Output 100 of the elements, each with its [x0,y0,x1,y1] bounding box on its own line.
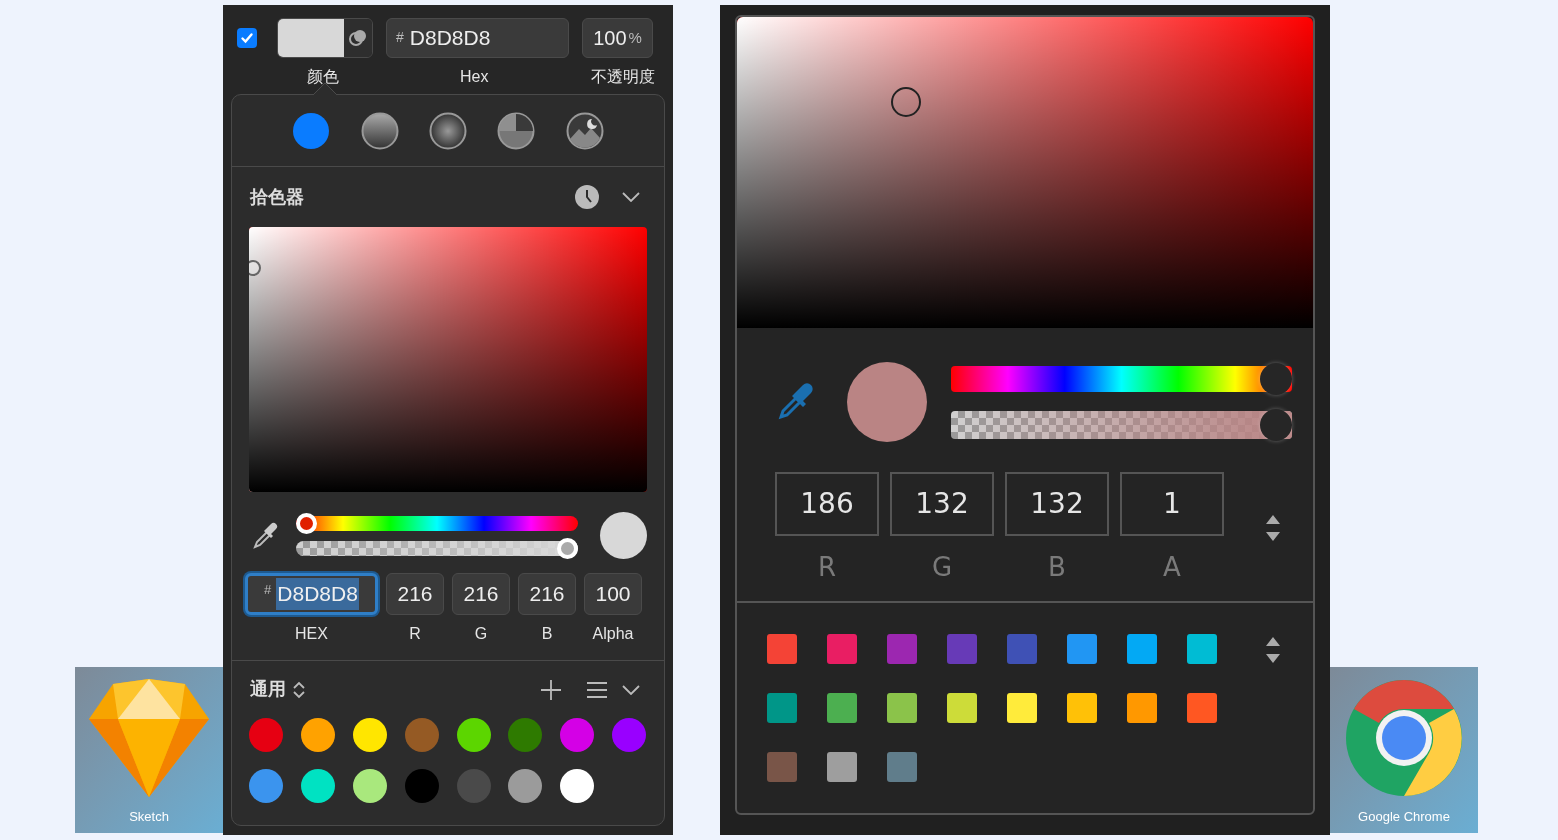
presets-title[interactable]: 通用 [250,676,286,703]
hash-sign: # [396,28,404,47]
hex-value: D8D8D8 [276,578,359,610]
opacity-field[interactable]: 100% [582,18,653,58]
color-swatch[interactable] [508,718,543,752]
field-label: R [817,551,837,584]
field-value: 216 [463,581,499,608]
field-label: HEX [295,624,328,644]
color-swatch[interactable] [827,634,857,664]
checkmark-icon [240,31,254,45]
color-swatch[interactable] [767,693,797,723]
color-swatch[interactable] [887,634,917,664]
angular-fill-icon[interactable] [496,110,537,151]
browser-logo-icon [1345,679,1463,797]
color-mode-icon[interactable] [348,28,368,48]
color-swatch[interactable] [1007,634,1037,664]
hex-label: Hex [460,67,489,87]
app-label: Google Chrome [1358,807,1450,826]
fill-checkbox[interactable] [237,28,257,48]
color-label: 颜色 [307,67,339,87]
color-swatch[interactable] [887,752,917,782]
picker-cursor[interactable] [249,260,261,276]
alpha-slider[interactable] [951,409,1292,441]
field-label: B [1048,551,1066,584]
color-swatch[interactable] [1127,693,1157,723]
picker-cursor[interactable] [891,87,921,117]
opacity-value: 100 [593,26,627,51]
color-swatch[interactable] [827,752,857,782]
clock-icon[interactable] [574,184,600,210]
opacity-label: 不透明度 [591,67,655,87]
number-input[interactable]: 216 [452,573,510,615]
field-label: Alpha [592,624,634,644]
color-swatch[interactable] [1007,693,1037,723]
color-swatch[interactable] [300,769,335,803]
number-input[interactable]: 132 [890,472,994,536]
color-swatch[interactable] [1187,634,1217,664]
color-swatch[interactable] [352,769,387,803]
color-swatch[interactable] [456,718,491,752]
color-swatch[interactable] [404,769,439,803]
color-swatch[interactable] [249,718,283,752]
color-swatch[interactable] [612,718,647,752]
color-preview [600,512,647,559]
field-label: A [1163,551,1181,584]
hex-value: D8D8D8 [409,25,491,52]
field-value: 216 [397,581,433,608]
color-swatch[interactable] [947,634,977,664]
color-swatch[interactable] [1067,693,1097,723]
alpha-slider[interactable] [296,537,578,559]
section-title: 拾色器 [250,185,305,209]
color-swatch[interactable] [300,718,335,752]
saturation-brightness-area[interactable] [249,227,647,492]
image-fill-icon[interactable] [564,110,605,151]
color-swatch[interactable] [887,693,917,723]
color-swatch[interactable] [352,718,387,752]
hue-slider[interactable] [951,363,1292,395]
field-label: G [474,624,488,644]
field-label: B [541,624,553,644]
hex-field[interactable]: # D8D8D8 [386,18,569,58]
alpha-thumb[interactable] [557,537,578,559]
field-label: R [409,624,421,644]
app-label: Sketch [129,807,169,826]
number-input[interactable]: 100 [584,573,642,615]
color-swatch[interactable] [560,718,595,752]
field-value: 216 [529,581,565,608]
number-input[interactable]: 1 [1120,472,1224,536]
color-swatch[interactable] [456,769,491,803]
color-swatch[interactable] [947,693,977,723]
list-icon[interactable] [586,680,608,699]
number-input[interactable]: 216 [518,573,576,615]
plus-icon[interactable] [540,678,562,701]
color-swatch[interactable] [1187,693,1217,723]
color-swatch[interactable] [767,634,797,664]
hex-input[interactable]: # D8D8D8 [245,573,378,615]
number-input[interactable]: 216 [386,573,444,615]
hue-thumb[interactable] [1260,363,1292,395]
hue-slider[interactable] [296,512,578,534]
color-swatch[interactable] [767,752,797,782]
color-swatch[interactable] [508,769,543,803]
color-swatch[interactable] [1067,634,1097,664]
hash-sign: # [264,581,272,599]
color-swatch[interactable] [827,693,857,723]
saturation-brightness-area[interactable] [737,17,1313,328]
solid-fill-icon[interactable] [291,110,332,151]
linear-fill-icon[interactable] [359,110,400,151]
field-value: 100 [595,581,631,608]
alpha-thumb[interactable] [1260,409,1292,441]
radial-fill-icon[interactable] [427,110,468,151]
color-swatch[interactable] [249,769,283,803]
color-swatch[interactable] [404,718,439,752]
diamond-icon [87,679,211,797]
number-input[interactable]: 186 [775,472,879,536]
number-input[interactable]: 132 [1005,472,1109,536]
color-swatch[interactable] [560,769,595,803]
color-swatch[interactable] [278,19,344,57]
hue-thumb[interactable] [296,512,317,534]
eyedropper-icon[interactable] [251,520,279,551]
color-swatch[interactable] [1127,634,1157,664]
chevron-down-icon[interactable] [622,684,640,695]
chevron-down-icon[interactable] [622,192,640,202]
up-down-chevron-icon[interactable] [292,679,306,700]
